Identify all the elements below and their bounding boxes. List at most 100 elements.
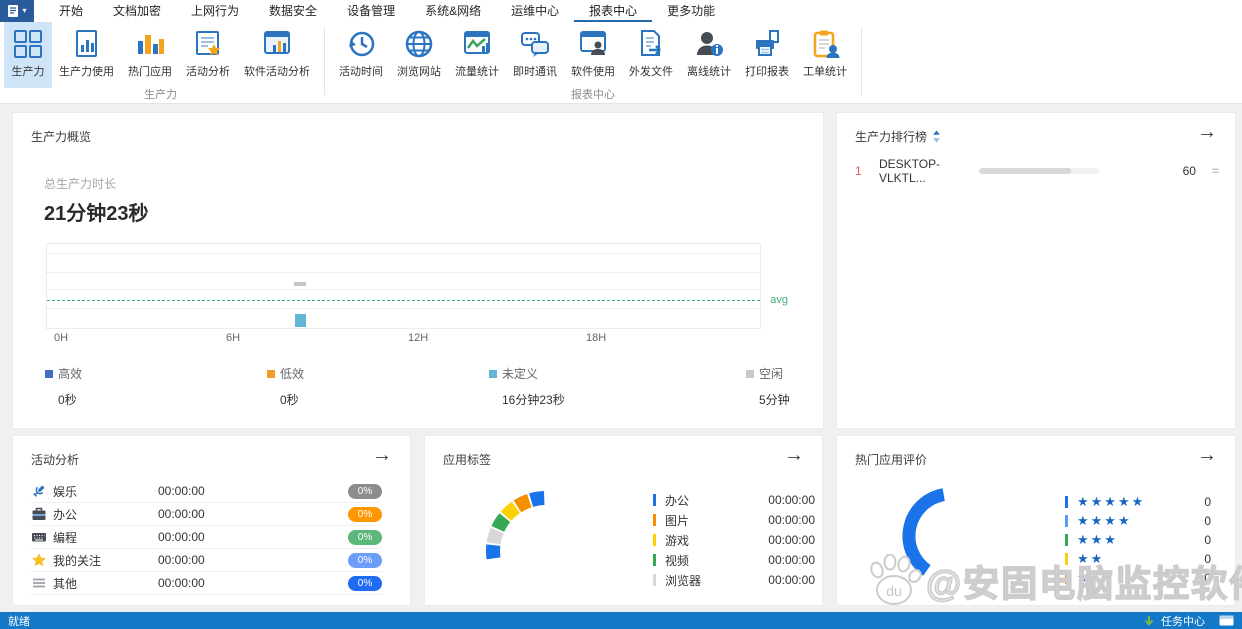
- ribbon-button-ticket-stats[interactable]: 工单统计: [796, 22, 854, 88]
- open-detail-arrow[interactable]: →: [372, 445, 392, 465]
- ranking-row[interactable]: 1DESKTOP-VLKTL...60=: [855, 159, 1219, 183]
- legend-name: 空闲: [759, 365, 783, 382]
- ribbon-button-outgoing-files[interactable]: 外发文件: [622, 22, 680, 88]
- star-icons: ★★★★: [1077, 514, 1132, 527]
- menu-tab-device-mgmt[interactable]: 设备管理: [332, 0, 410, 22]
- panel-productivity-ranking: 生产力排行榜 → 1DESKTOP-VLKTL...60=: [836, 112, 1236, 429]
- ribbon-button-traffic-stats[interactable]: 流量统计: [448, 22, 506, 88]
- menu-tab-web-behavior[interactable]: 上网行为: [176, 0, 254, 22]
- activity-row-office[interactable]: 办公00:00:000%: [31, 503, 382, 526]
- activity-name: 办公: [53, 506, 158, 523]
- window-icon[interactable]: [1219, 615, 1234, 626]
- rating-row-2-star[interactable]: ★★0: [1065, 549, 1211, 568]
- menu-tab-doc-encrypt[interactable]: 文档加密: [98, 0, 176, 22]
- ribbon-button-productivity-usage[interactable]: 生产力使用: [52, 22, 121, 88]
- doc-chart-icon: [70, 27, 104, 61]
- activity-row-other[interactable]: 其他00:00:000%: [31, 572, 382, 595]
- traffic-chart-icon: [460, 27, 494, 61]
- legend-color-swatch: [746, 370, 754, 378]
- star-icons: ★★: [1077, 552, 1104, 565]
- activity-row-entertainment[interactable]: 娱乐00:00:000%: [31, 480, 382, 503]
- activity-row-my-focus[interactable]: 我的关注00:00:000%: [31, 549, 382, 572]
- gridline: [47, 289, 760, 290]
- tag-row-video[interactable]: 视频00:00:00: [653, 550, 815, 570]
- open-detail-arrow[interactable]: →: [784, 445, 804, 465]
- rating-row-1-star[interactable]: ★0: [1065, 568, 1211, 587]
- ribbon-button-hot-apps[interactable]: 热门应用: [121, 22, 179, 88]
- ribbon-group-label: 报表中心: [328, 86, 858, 102]
- star-icon: [31, 552, 47, 568]
- computer-name: DESKTOP-VLKTL...: [879, 157, 979, 185]
- grid-icon: [11, 27, 45, 61]
- rating-color-marker: [1065, 496, 1068, 508]
- printer-icon: [750, 27, 784, 61]
- legend-color-swatch: [45, 370, 53, 378]
- activity-time: 00:00:00: [158, 553, 205, 567]
- open-detail-arrow[interactable]: →: [1197, 122, 1217, 142]
- rating-row-4-star[interactable]: ★★★★0: [1065, 511, 1211, 530]
- open-detail-arrow[interactable]: →: [1197, 445, 1217, 465]
- ribbon-separator: [861, 27, 862, 95]
- tag-row-pictures[interactable]: 图片00:00:00: [653, 510, 815, 530]
- tag-name: 办公: [665, 492, 689, 509]
- menu-tab-ops-center[interactable]: 运维中心: [496, 0, 574, 22]
- menu-tab-report-center[interactable]: 报表中心: [574, 0, 652, 22]
- trend-flat-icon: =: [1212, 164, 1219, 178]
- menu-tab-start[interactable]: 开始: [44, 0, 98, 22]
- ribbon-button-software-activity[interactable]: 软件活动分析: [237, 22, 317, 88]
- sort-icon[interactable]: [932, 130, 941, 143]
- rating-row-3-star[interactable]: ★★★0: [1065, 530, 1211, 549]
- legend-name: 未定义: [502, 365, 538, 382]
- rating-row-5-star[interactable]: ★★★★★0: [1065, 492, 1211, 511]
- ratings-arc-chart: [877, 466, 1027, 601]
- ribbon-button-software-usage[interactable]: 软件使用: [564, 22, 622, 88]
- ribbon-button-label: 外发文件: [629, 63, 673, 79]
- menu-tab-data-security[interactable]: 数据安全: [254, 0, 332, 22]
- tag-name: 游戏: [665, 532, 689, 549]
- list-icon: [31, 575, 47, 591]
- percent-badge: 0%: [348, 484, 382, 499]
- ribbon-button-label: 活动分析: [186, 63, 230, 79]
- ribbon-toolbar: 生产力生产力使用热门应用活动分析软件活动分析生产力活动时间浏览网站流量统计即时通…: [0, 22, 1242, 104]
- legend-item-低效: 低效0秒: [267, 365, 304, 408]
- ribbon-button-instant-messaging[interactable]: 即时通讯: [506, 22, 564, 88]
- activity-rows: 娱乐00:00:000%办公00:00:000%编程00:00:000%我的关注…: [31, 480, 382, 595]
- ribbon-button-print-report[interactable]: 打印报表: [738, 22, 796, 88]
- tag-row-office[interactable]: 办公00:00:00: [653, 490, 815, 510]
- rank-number: 1: [855, 164, 879, 178]
- stat-value: 21分钟23秒: [44, 197, 149, 226]
- doc-star-icon: [191, 27, 225, 61]
- ribbon-group-productivity: 生产力生产力使用热门应用活动分析软件活动分析生产力: [0, 22, 321, 103]
- x-axis-tick: 12H: [408, 332, 428, 344]
- ribbon-button-offline-stats[interactable]: 离线统计: [680, 22, 738, 88]
- ribbon-button-label: 软件使用: [571, 63, 615, 79]
- task-center-button[interactable]: 任务中心: [1161, 613, 1205, 629]
- activity-row-programming[interactable]: 编程00:00:000%: [31, 526, 382, 549]
- legend-name: 低效: [280, 365, 304, 382]
- window-user-icon: [576, 27, 610, 61]
- tag-row-games[interactable]: 游戏00:00:00: [653, 530, 815, 550]
- tag-row-browser[interactable]: 浏览器00:00:00: [653, 570, 815, 590]
- ribbon-button-productivity[interactable]: 生产力: [4, 22, 52, 88]
- menu-tab-more-features[interactable]: 更多功能: [652, 0, 730, 22]
- activity-name: 其他: [53, 575, 158, 592]
- gridline: [47, 308, 760, 309]
- x-axis-tick: 6H: [226, 332, 240, 344]
- tag-color-marker: [653, 534, 656, 546]
- ribbon-button-activity-analysis[interactable]: 活动分析: [179, 22, 237, 88]
- globe-icon: [402, 27, 436, 61]
- activity-name: 编程: [53, 529, 158, 546]
- ribbon-separator: [324, 27, 325, 95]
- panel-title: 生产力排行榜: [855, 128, 941, 145]
- panel-productivity-overview: 生产力概览 总生产力时长 21分钟23秒 avg 0H6H12H18H 高效0秒…: [12, 112, 824, 429]
- app-menu-button[interactable]: ▾: [0, 0, 34, 22]
- clipboard-user-icon: [808, 27, 842, 61]
- ribbon-button-activity-time[interactable]: 活动时间: [332, 22, 390, 88]
- status-text: 就绪: [8, 613, 30, 629]
- menu-tab-system-network[interactable]: 系统&网络: [410, 0, 496, 22]
- ribbon-button-label: 软件活动分析: [244, 63, 310, 79]
- rating-count: 0: [1204, 533, 1211, 547]
- ribbon-button-browse-sites[interactable]: 浏览网站: [390, 22, 448, 88]
- doc-arrow-icon: [634, 27, 668, 61]
- total-productivity-stat: 总生产力时长 21分钟23秒: [44, 175, 149, 226]
